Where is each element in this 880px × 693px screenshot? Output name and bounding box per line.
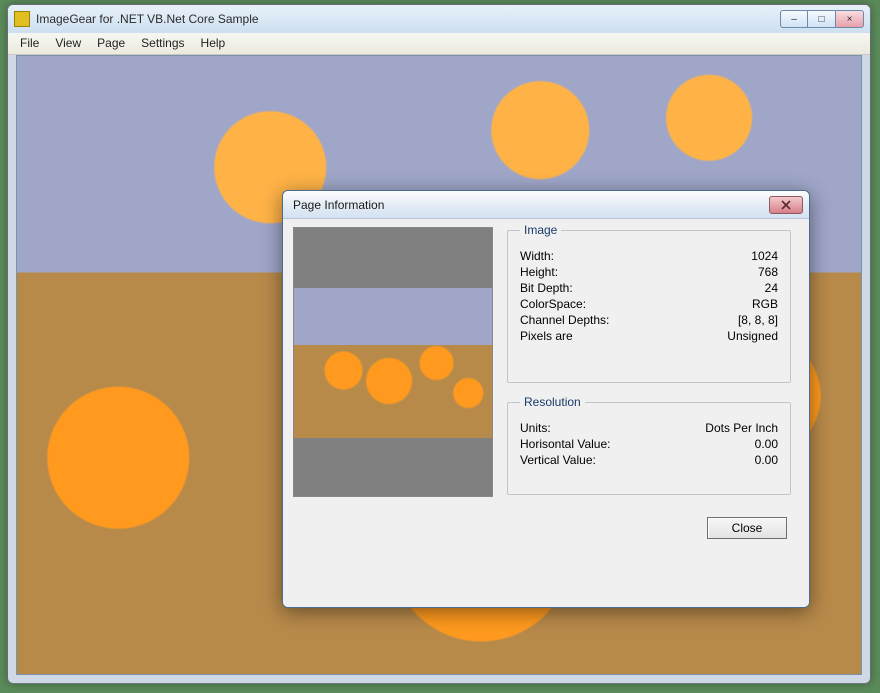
label-width: Width:	[520, 249, 554, 263]
maximize-button[interactable]: □	[808, 10, 836, 28]
thumbnail-preview	[293, 227, 493, 497]
row-colorspace: ColorSpace: RGB	[520, 297, 778, 311]
minimize-button[interactable]: –	[780, 10, 808, 28]
dialog-title: Page Information	[293, 198, 769, 212]
dialog-titlebar[interactable]: Page Information	[283, 191, 809, 219]
close-icon	[781, 200, 791, 210]
value-pixels-are: Unsigned	[727, 329, 778, 343]
maximize-icon: □	[818, 14, 824, 25]
value-colorspace: RGB	[752, 297, 778, 311]
label-horizontal: Horisontal Value:	[520, 437, 611, 451]
page-information-dialog: Page Information Image Width: 1024 Heigh…	[282, 190, 810, 608]
close-button[interactable]: ×	[836, 10, 864, 28]
window-controls: – □ ×	[780, 10, 864, 28]
dialog-body: Image Width: 1024 Height: 768 Bit Depth:…	[283, 219, 809, 607]
menubar: File View Page Settings Help	[8, 33, 870, 55]
row-width: Width: 1024	[520, 249, 778, 263]
row-bit-depth: Bit Depth: 24	[520, 281, 778, 295]
label-bit-depth: Bit Depth:	[520, 281, 573, 295]
menu-page[interactable]: Page	[89, 33, 133, 54]
dialog-close-button[interactable]	[769, 196, 803, 214]
row-horizontal: Horisontal Value: 0.00	[520, 437, 778, 451]
resolution-group: Resolution Units: Dots Per Inch Horisont…	[507, 395, 791, 495]
value-vertical: 0.00	[755, 453, 778, 467]
value-height: 768	[758, 265, 778, 279]
label-colorspace: ColorSpace:	[520, 297, 586, 311]
menu-file[interactable]: File	[12, 33, 47, 54]
label-pixels-are: Pixels are	[520, 329, 573, 343]
value-horizontal: 0.00	[755, 437, 778, 451]
minimize-icon: –	[791, 14, 797, 25]
app-icon	[14, 11, 30, 27]
row-pixels-are: Pixels are Unsigned	[520, 329, 778, 343]
thumbnail-image	[294, 288, 492, 438]
window-title: ImageGear for .NET VB.Net Core Sample	[36, 12, 780, 26]
menu-settings[interactable]: Settings	[133, 33, 192, 54]
value-bit-depth: 24	[765, 281, 778, 295]
label-channel-depths: Channel Depths:	[520, 313, 609, 327]
label-units: Units:	[520, 421, 551, 435]
value-width: 1024	[751, 249, 778, 263]
close-icon: ×	[847, 14, 853, 25]
value-channel-depths: [8, 8, 8]	[738, 313, 778, 327]
image-group-legend: Image	[520, 223, 561, 237]
row-units: Units: Dots Per Inch	[520, 421, 778, 435]
row-channel-depths: Channel Depths: [8, 8, 8]	[520, 313, 778, 327]
resolution-group-legend: Resolution	[520, 395, 585, 409]
label-vertical: Vertical Value:	[520, 453, 596, 467]
image-group: Image Width: 1024 Height: 768 Bit Depth:…	[507, 223, 791, 383]
menu-view[interactable]: View	[47, 33, 89, 54]
titlebar[interactable]: ImageGear for .NET VB.Net Core Sample – …	[8, 5, 870, 33]
row-height: Height: 768	[520, 265, 778, 279]
label-height: Height:	[520, 265, 558, 279]
menu-help[interactable]: Help	[193, 33, 234, 54]
value-units: Dots Per Inch	[705, 421, 778, 435]
row-vertical: Vertical Value: 0.00	[520, 453, 778, 467]
close-dialog-button[interactable]: Close	[707, 517, 787, 539]
